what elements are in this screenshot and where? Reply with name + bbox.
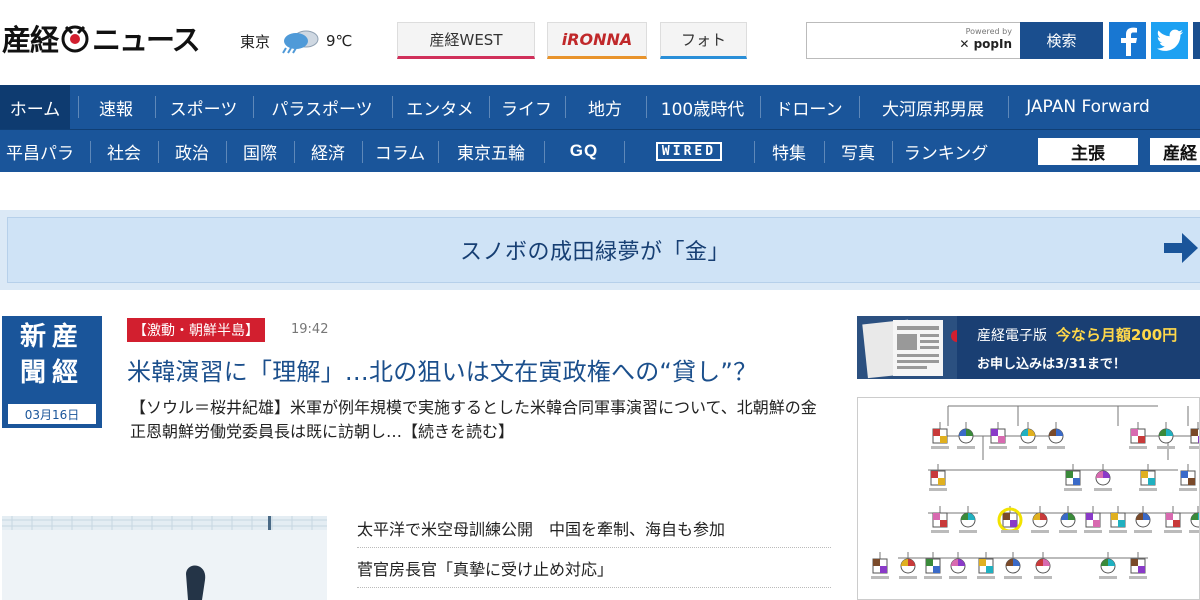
nav-item-life[interactable]: ライフ (489, 85, 564, 129)
wired-logo: WIRED (655, 141, 723, 161)
ad-cta: お申し込みは3/31まで！ (977, 357, 1126, 372)
newspaper-image (857, 316, 957, 379)
tab-sankei-west[interactable]: 産経WEST (397, 22, 535, 59)
primary-nav: ホーム 速報 スポーツ パラスポーツ エンタメ ライフ 地方 100歳時代 ドロ… (0, 85, 1200, 129)
paper-logo-kanji: 産 經 新 聞 (16, 322, 88, 398)
nav-item-column[interactable]: コラム (362, 130, 438, 172)
nav-item-drone[interactable]: ドローン (760, 85, 858, 129)
weather-city: 東京 (240, 32, 271, 51)
nav-item-breaking[interactable]: 速報 (78, 85, 154, 129)
nav-item-politics[interactable]: 政治 (158, 130, 226, 172)
site-logo[interactable]: 産経 ニュース (2, 20, 201, 57)
logo-text-news: ニュース (92, 23, 201, 57)
paper-logo-char: 經 (52, 358, 79, 388)
ocean-photo-image (2, 516, 327, 600)
nav-item-photos[interactable]: 写真 (824, 130, 892, 172)
gq-logo: GQ (569, 141, 599, 160)
tab-ironna[interactable]: iRONNA (547, 22, 647, 59)
paper-date: 03月16日 (8, 404, 96, 424)
popin-logo: ✕ popIn (959, 38, 1012, 50)
breaking-banner-text: スノボの成田緑夢が「金」 (459, 240, 730, 265)
nav-item-okawara-exhibit[interactable]: 大河原邦男展 (859, 85, 1007, 129)
article-time: 19:42 (291, 322, 329, 337)
paper-logo-char: 産 (52, 322, 79, 352)
sankei-button[interactable]: 産経 (1150, 138, 1200, 165)
nav-item-gq[interactable]: GQ (544, 130, 624, 172)
nav-item-regional[interactable]: 地方 (565, 85, 645, 129)
breaking-banner[interactable]: スノボの成田緑夢が「金」 (7, 217, 1200, 283)
nav-item-home[interactable]: ホーム (0, 85, 70, 129)
ad-brand: 産経電子版 (977, 328, 1047, 344)
nav-item-society[interactable]: 社会 (90, 130, 158, 172)
nav-item-100-years[interactable]: 100歳時代 (646, 85, 759, 129)
sankei-shimbun-logo[interactable]: 産 經 新 聞 03月16日 (2, 316, 102, 428)
weather-widget[interactable]: 東京 9℃ (240, 28, 352, 54)
popin-x-icon: ✕ (959, 37, 974, 51)
tab-sankei-west-label: 産経WEST (429, 31, 503, 49)
read-more-link[interactable]: 【続きを読む】 (402, 422, 514, 441)
editorial-button[interactable]: 主張 (1038, 138, 1138, 165)
logo-text-sankei: 産経 (2, 23, 59, 57)
article-title-link[interactable]: 米韓演習に「理解」…北の狙いは文在寅政権への“貸し”？ (127, 352, 757, 387)
nav-item-sports[interactable]: スポーツ (155, 85, 252, 129)
site-header: 産経 ニュース 東京 9℃ 産経WEST iRONNA フォト Powered … (0, 0, 1200, 85)
nav-item-features[interactable]: 特集 (754, 130, 824, 172)
nav-item-economy[interactable]: 経済 (294, 130, 362, 172)
nav-item-international[interactable]: 国際 (226, 130, 294, 172)
arrow-right-icon[interactable] (1160, 228, 1200, 268)
ad-headline: 産経電子版 今なら月額200円 (977, 324, 1177, 345)
digital-edition-ad[interactable]: 産経電子版 今なら月額200円 お申し込みは3/31まで！ (857, 316, 1200, 379)
nav-item-entertainment[interactable]: エンタメ (392, 85, 488, 129)
more-share-button[interactable] (1193, 22, 1200, 59)
rain-cloud-icon (282, 30, 319, 54)
article-summary: 【ソウル＝桜井紀雄】米軍が例年規模で実施するとした米韓合同軍事演習について、北朝… (130, 396, 830, 444)
weather-temp: 9℃ (326, 32, 353, 50)
ad-promo: 今なら月額200円 (1055, 326, 1178, 344)
article-thumbnail[interactable] (2, 516, 327, 600)
nav-item-japan-forward[interactable]: JAPAN Forward (1008, 85, 1168, 129)
paper-logo-char: 新 (20, 322, 47, 352)
nav-item-ranking[interactable]: ランキング (892, 130, 1000, 172)
headline-link[interactable]: 太平洋で米空母訓練公開 中国を牽制、海自も参加 (357, 508, 831, 548)
headline-link[interactable]: 菅官房長官「真摯に受け止め対応」 (357, 548, 831, 588)
nav-item-tokyo-olympics[interactable]: 東京五輪 (438, 130, 544, 172)
tab-photo-label: フォト (680, 31, 726, 49)
twitter-button[interactable] (1151, 22, 1188, 59)
search-input[interactable]: Powered by ✕ popIn (806, 22, 1021, 59)
sankei-logo-icon (61, 25, 89, 53)
popin-badge: Powered by ✕ popIn (959, 27, 1012, 51)
nav-item-pyeongchang-para[interactable]: 平昌パラ (0, 130, 80, 172)
paper-logo-char: 聞 (20, 358, 47, 388)
twitter-icon (1156, 29, 1183, 51)
category-badge[interactable]: 【激動・朝鮮半島】 (127, 318, 265, 342)
nav-item-para-sports[interactable]: パラスポーツ (253, 85, 391, 129)
family-tree-image (871, 405, 1199, 579)
facebook-button[interactable] (1109, 22, 1146, 59)
tab-photo[interactable]: フォト (660, 22, 747, 59)
family-tree-ad-image[interactable] (857, 397, 1200, 600)
popin-name: popIn (973, 37, 1012, 51)
facebook-icon (1120, 27, 1137, 56)
breaking-banner-area: スノボの成田緑夢が「金」 (0, 210, 1200, 290)
nav-item-wired[interactable]: WIRED (624, 130, 754, 172)
powered-by-label: Powered by (965, 27, 1012, 36)
search-button[interactable]: 検索 (1020, 22, 1103, 59)
secondary-nav: 平昌パラ 社会 政治 国際 経済 コラム 東京五輪 GQ WIRED 特集 写真… (0, 129, 1200, 172)
tab-ironna-label: iRONNA (561, 30, 633, 49)
